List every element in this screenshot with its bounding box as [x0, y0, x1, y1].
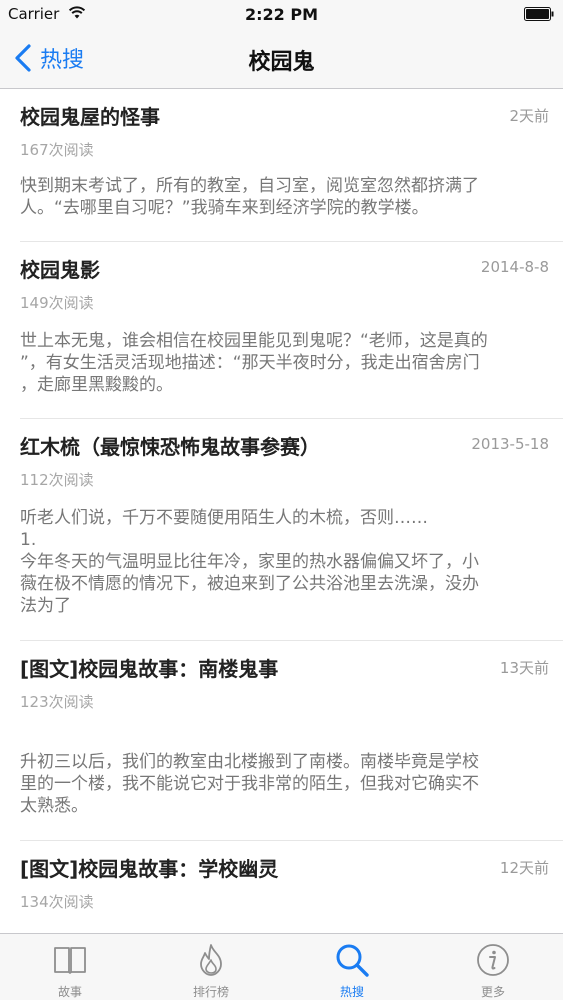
- item-title: [图文]校园鬼故事：学校幽灵: [20, 857, 279, 881]
- item-summary: 快到期末考试了，所有的教室，自习室，阅览室忽然都挤满了 人。“去哪里自习呢？”我…: [20, 176, 479, 218]
- item-summary: 听老人们说，千万不要随便用陌生人的木梳，否则…… 1. 今年冬天的气温明显比往年…: [20, 508, 479, 616]
- item-date: 13天前: [499, 659, 549, 677]
- search-icon: [336, 944, 369, 977]
- item-read-count: 123次阅读: [20, 693, 94, 711]
- tab-label: 更多: [480, 985, 505, 999]
- tab-bar: 故事 排行榜 热搜 更多: [0, 933, 563, 1000]
- status-time: 2:22 PM: [244, 5, 318, 24]
- item-date: 2天前: [509, 107, 549, 125]
- tab-label: 故事: [57, 985, 82, 999]
- item-date: 2014-8-8: [480, 258, 549, 276]
- item-title: 校园鬼屋的怪事: [20, 105, 160, 129]
- tab-label: 热搜: [339, 985, 364, 999]
- item-title: 校园鬼影: [20, 258, 100, 282]
- list-item[interactable]: 校园鬼屋的怪事 2天前 167次阅读 快到期末考试了，所有的教室，自习室，阅览室…: [20, 89, 563, 242]
- tab-stories[interactable]: 故事: [0, 934, 140, 1000]
- item-date: 12天前: [499, 859, 549, 877]
- item-read-count: 149次阅读: [20, 294, 94, 312]
- flame-icon: [200, 944, 222, 976]
- book-icon: [54, 947, 86, 974]
- tab-ranking[interactable]: 排行榜: [141, 934, 281, 1000]
- page-title: 校园鬼: [248, 50, 315, 75]
- navigation-bar: 热搜 校园鬼: [0, 30, 563, 89]
- tab-label: 排行榜: [192, 985, 229, 999]
- info-icon: [477, 944, 509, 976]
- tab-hot-search[interactable]: 热搜: [282, 934, 422, 1000]
- item-title: [图文]校园鬼故事：南楼鬼事: [20, 657, 279, 681]
- item-read-count: 112次阅读: [20, 471, 94, 489]
- list-item[interactable]: 红木梳（最惊悚恐怖鬼故事参赛） 2013-5-18 112次阅读 听老人们说，千…: [20, 419, 563, 641]
- item-summary: 升初三以后，我们的教室由北楼搬到了南楼。南楼毕竟是学校 里的一个楼，我不能说它对…: [20, 752, 479, 816]
- list-item[interactable]: 校园鬼影 2014-8-8 149次阅读 世上本无鬼，谁会相信在校园里能见到鬼呢…: [20, 242, 563, 419]
- item-date: 2013-5-18: [471, 435, 549, 453]
- item-title: 红木梳（最惊悚恐怖鬼故事参赛）: [20, 435, 320, 459]
- battery-icon: [524, 7, 554, 21]
- item-read-count: 134次阅读: [20, 893, 94, 911]
- item-read-count: 167次阅读: [20, 141, 94, 159]
- status-bar: Carrier 2:22 PM: [0, 0, 563, 30]
- list-item[interactable]: [图文]校园鬼故事：学校幽灵 12天前 134次阅读: [20, 841, 563, 941]
- story-list: 校园鬼屋的怪事 2天前 167次阅读 快到期末考试了，所有的教室，自习室，阅览室…: [0, 89, 563, 941]
- item-summary: 世上本无鬼，谁会相信在校园里能见到鬼呢？“老师，这是真的 ”，有女生活灵活现地描…: [20, 331, 488, 395]
- list-item[interactable]: [图文]校园鬼故事：南楼鬼事 13天前 123次阅读 升初三以后，我们的教室由北…: [20, 641, 563, 841]
- tab-more[interactable]: 更多: [423, 934, 563, 1000]
